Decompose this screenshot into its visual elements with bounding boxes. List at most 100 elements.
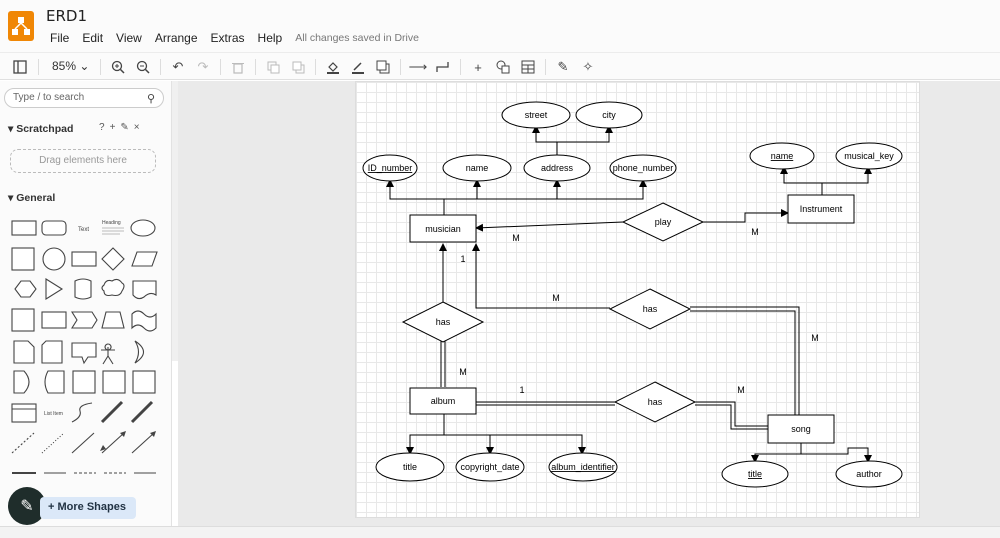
edge-has-album[interactable] [440, 340, 446, 387]
edge-address-street[interactable] [532, 125, 558, 157]
scratchpad-dropzone[interactable]: Drag elements here [10, 149, 156, 173]
tape-shape-icon[interactable] [131, 310, 157, 332]
ellipse-shape-icon[interactable] [130, 219, 156, 237]
delete-icon[interactable] [228, 57, 248, 77]
actor-shape-icon[interactable] [101, 343, 115, 365]
edge-has2-musician[interactable] [472, 243, 610, 309]
edge-has3-song[interactable] [695, 401, 768, 430]
edit-style-icon[interactable]: ✎ [553, 57, 573, 77]
more-shapes-button[interactable]: + More Shapes [40, 497, 136, 519]
shadow-icon[interactable] [373, 57, 393, 77]
menu-arrange[interactable]: Arrange [155, 31, 198, 45]
zoom-select[interactable]: 85% ⌄ [52, 59, 89, 73]
format-panel-toggle-icon[interactable] [10, 57, 30, 77]
directional-connector-shape-icon[interactable] [131, 432, 155, 454]
list-shape-icon[interactable] [11, 403, 37, 423]
cube-shape-icon[interactable] [41, 311, 67, 329]
edit-icon[interactable]: ✎ [120, 122, 133, 133]
display-shape-icon[interactable] [44, 370, 65, 394]
cloud-shape-icon[interactable] [101, 278, 125, 297]
edge-play-musician[interactable] [475, 221, 624, 232]
menu-help[interactable]: Help [258, 31, 283, 45]
process-shape-icon[interactable] [71, 251, 97, 267]
cardinality-song-musician-side: M [811, 333, 819, 343]
magic-sparkle-icon[interactable]: ✧ [578, 57, 598, 77]
document-title[interactable]: ERD1 [46, 7, 87, 25]
cylinder-shape-icon[interactable] [74, 278, 92, 300]
dashed-line-shape-icon[interactable] [11, 432, 35, 454]
zoom-out-icon[interactable] [133, 57, 153, 77]
edge-has3-album[interactable] [476, 401, 615, 406]
internal-storage-shape-icon[interactable] [11, 308, 35, 332]
step-shape-icon[interactable] [71, 311, 98, 329]
or-shape-icon[interactable] [134, 340, 145, 364]
connection-arrow-icon[interactable]: ⟶ [408, 57, 428, 77]
insert-plus-icon[interactable]: + [468, 57, 488, 77]
edge-song-author[interactable] [801, 447, 872, 463]
dotted-line-shape-icon[interactable] [41, 432, 65, 454]
edge-has2-song[interactable] [690, 306, 800, 415]
search-input[interactable]: Type / to search ⚲ [4, 88, 164, 108]
edge-album-date[interactable] [444, 434, 494, 455]
delay-shape-icon[interactable] [13, 370, 30, 394]
edge-album-title[interactable] [406, 414, 445, 455]
insert-shape-icon[interactable] [493, 57, 513, 77]
insert-table-icon[interactable] [518, 57, 538, 77]
callout-shape-icon[interactable] [71, 342, 97, 365]
edge-musician-id[interactable] [386, 179, 445, 215]
edge-musician-address[interactable] [477, 179, 561, 200]
edge-play-instrument[interactable] [703, 209, 789, 223]
edge-song-title[interactable] [751, 442, 802, 463]
redo-icon[interactable]: ↷ [193, 57, 213, 77]
menu-edit[interactable]: Edit [82, 31, 103, 45]
line-shape-icon[interactable] [71, 432, 95, 454]
menu-file[interactable]: File [50, 31, 69, 45]
card-shape-icon[interactable] [41, 340, 63, 364]
edge-instrument-key[interactable] [822, 166, 872, 184]
menu-view[interactable]: View [116, 31, 142, 45]
hexagon-shape-icon[interactable] [14, 280, 37, 298]
edge-address-city[interactable] [557, 125, 613, 143]
waypoints-icon[interactable] [433, 57, 453, 77]
help-icon[interactable]: ? [99, 122, 110, 133]
drawio-logo-icon[interactable] [8, 11, 34, 41]
diamond-shape-icon[interactable] [101, 247, 125, 271]
line-color-icon[interactable] [348, 57, 368, 77]
note-shape-icon[interactable] [13, 340, 35, 364]
edge-musician-phone[interactable] [557, 179, 647, 200]
menu-extras[interactable]: Extras [211, 31, 245, 45]
to-back-icon[interactable] [288, 57, 308, 77]
trapezoid-shape-icon[interactable] [101, 311, 125, 329]
label-address: address [541, 163, 574, 173]
add-icon[interactable]: + [110, 122, 121, 133]
circle-shape-icon[interactable] [42, 247, 66, 271]
frame-shape-icon[interactable] [102, 370, 126, 394]
container-shape-icon[interactable] [72, 370, 96, 394]
edge-musician-name[interactable] [444, 179, 481, 200]
fill-color-icon[interactable] [323, 57, 343, 77]
zoom-in-icon[interactable] [108, 57, 128, 77]
diagram-page[interactable]: street city ID_number name address phone… [355, 81, 920, 518]
shape-palette[interactable]: Text Heading List Item [0, 211, 168, 481]
curve-shape-icon[interactable] [71, 402, 93, 423]
triangle-shape-icon[interactable] [45, 278, 64, 300]
rectangle-shape-icon[interactable] [11, 220, 37, 236]
close-icon[interactable]: × [134, 122, 145, 133]
square-shape-icon[interactable] [11, 247, 35, 271]
swimlane-shape-icon[interactable] [132, 370, 156, 394]
bidirectional-connector-shape-icon[interactable] [101, 432, 125, 454]
arrow-shape-icon[interactable] [130, 400, 154, 424]
scratchpad-header[interactable]: ▾ Scratchpad [8, 123, 73, 135]
parallelogram-shape-icon[interactable] [131, 251, 158, 267]
search-icon[interactable]: ⚲ [147, 92, 155, 105]
scratchpad-actions[interactable]: ?+✎× [99, 122, 145, 133]
edge-instrument-name[interactable] [780, 166, 823, 195]
general-header[interactable]: ▾ General [8, 192, 55, 204]
rounded-rectangle-shape-icon[interactable] [41, 220, 67, 236]
bidirectional-arrow-shape-icon[interactable] [100, 400, 124, 424]
to-front-icon[interactable] [263, 57, 283, 77]
cardinality-musician-play: M [512, 233, 520, 243]
edge-album-identifier[interactable] [490, 434, 586, 455]
document-shape-icon[interactable] [132, 280, 157, 300]
undo-icon[interactable]: ↶ [168, 57, 188, 77]
